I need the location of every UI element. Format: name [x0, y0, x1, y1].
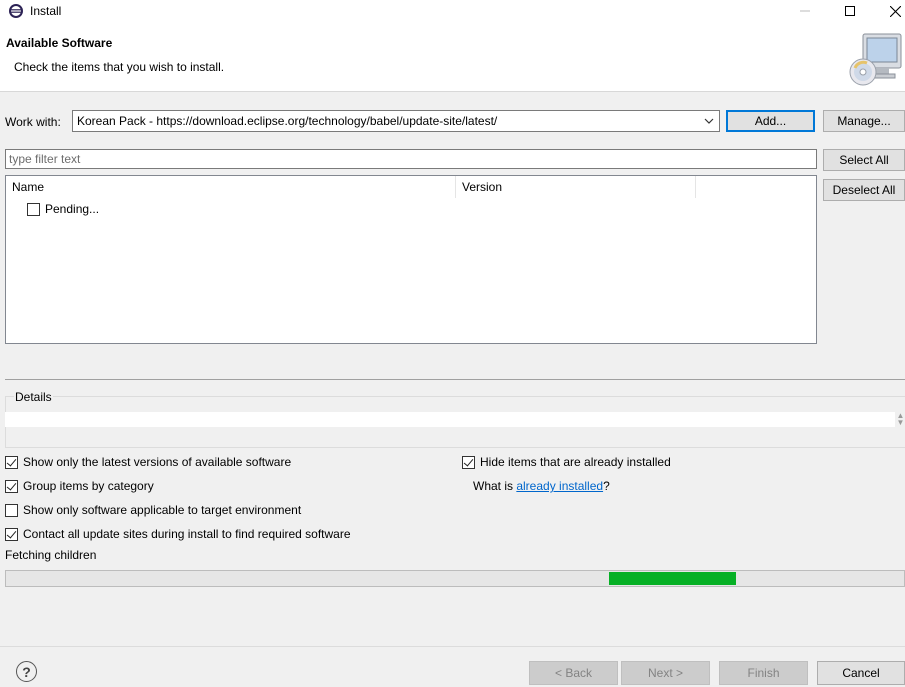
close-button[interactable]: [875, 0, 905, 22]
hide-installed-label: Hide items that are already installed: [480, 455, 671, 469]
group-by-category-checkbox[interactable]: [5, 479, 18, 493]
option-hide-installed[interactable]: Hide items that are already installed: [462, 455, 671, 469]
window-title: Install: [30, 4, 62, 18]
progress-bar: [5, 570, 905, 587]
progress-bar-fill: [609, 572, 736, 585]
option-group-by-category[interactable]: Group items by category: [5, 479, 154, 493]
target-environment-checkbox[interactable]: [5, 503, 18, 517]
deselect-all-button[interactable]: Deselect All: [823, 179, 905, 201]
chevron-down-icon[interactable]: [703, 115, 715, 127]
status-text: Fetching children: [5, 548, 97, 562]
option-latest-versions[interactable]: Show only the latest versions of availab…: [5, 455, 291, 469]
software-table[interactable]: Name Version Pending...: [5, 175, 817, 344]
cancel-button[interactable]: Cancel: [817, 661, 905, 685]
group-by-category-label: Group items by category: [23, 479, 154, 493]
column-header-version[interactable]: Version: [456, 176, 696, 198]
column-header-name[interactable]: Name: [6, 176, 456, 198]
work-with-label: Work with:: [5, 115, 61, 129]
work-with-value: Korean Pack - https://download.eclipse.o…: [77, 114, 498, 128]
what-is-prefix: What is: [473, 479, 517, 493]
title-bar: Install: [0, 0, 905, 22]
latest-versions-checkbox[interactable]: [5, 455, 18, 469]
target-environment-label: Show only software applicable to target …: [23, 503, 302, 517]
next-button[interactable]: Next >: [621, 661, 710, 685]
footer-separator: [0, 646, 905, 647]
page-subtitle: Check the items that you wish to install…: [14, 60, 225, 74]
select-all-button[interactable]: Select All: [823, 149, 905, 171]
finish-button[interactable]: Finish: [719, 661, 808, 685]
what-is-installed-text: What is already installed?: [473, 479, 610, 493]
install-software-cd-icon: [849, 33, 902, 86]
table-row[interactable]: Pending...: [27, 202, 99, 216]
minimize-button[interactable]: [785, 0, 825, 22]
help-icon[interactable]: ?: [16, 661, 37, 682]
minimize-icon: [800, 10, 810, 12]
sash-divider[interactable]: [5, 379, 905, 380]
row-name: Pending...: [45, 202, 100, 216]
filter-placeholder: type filter text: [9, 152, 81, 166]
maximize-icon: [845, 6, 855, 16]
header-banner: Available Software Check the items that …: [0, 22, 905, 92]
column-header-extra[interactable]: [696, 176, 816, 198]
maximize-button[interactable]: [830, 0, 870, 22]
option-target-environment[interactable]: Show only software applicable to target …: [5, 503, 301, 517]
details-label: Details: [14, 390, 53, 404]
back-button[interactable]: < Back: [529, 661, 618, 685]
close-icon: [889, 5, 901, 17]
filter-input[interactable]: type filter text: [5, 149, 817, 169]
details-scrollbar[interactable]: ▲ ▼: [896, 412, 905, 427]
eclipse-app-icon: [9, 4, 23, 18]
already-installed-link[interactable]: already installed: [516, 479, 603, 493]
hide-installed-checkbox[interactable]: [462, 455, 475, 469]
work-with-combo[interactable]: Korean Pack - https://download.eclipse.o…: [72, 110, 720, 132]
latest-versions-label: Show only the latest versions of availab…: [23, 455, 292, 469]
row-checkbox[interactable]: [27, 202, 40, 216]
contact-update-sites-label: Contact all update sites during install …: [23, 527, 351, 541]
page-title: Available Software: [6, 36, 113, 50]
manage-button[interactable]: Manage...: [823, 110, 905, 132]
contact-update-sites-checkbox[interactable]: [5, 527, 18, 541]
option-contact-update-sites[interactable]: Contact all update sites during install …: [5, 527, 351, 541]
what-is-suffix: ?: [603, 479, 610, 493]
add-button[interactable]: Add...: [726, 110, 815, 132]
details-text: [5, 412, 895, 427]
